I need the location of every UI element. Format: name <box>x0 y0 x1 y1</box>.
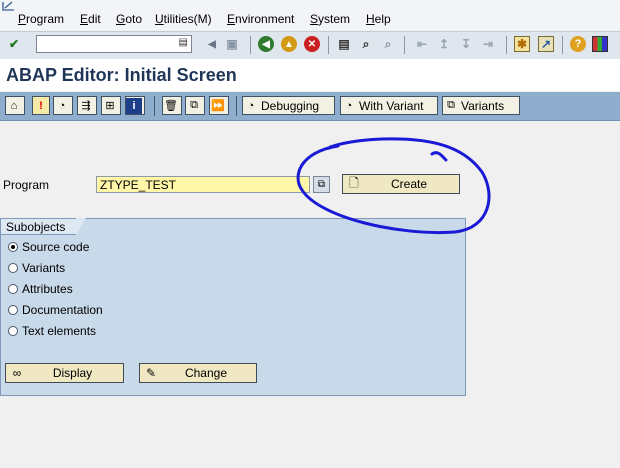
menu-environment[interactable]: Environment <box>227 12 294 26</box>
find-next-icon[interactable]: ⌕ <box>380 36 396 52</box>
radio-button[interactable] <box>8 263 18 273</box>
debugging-icon: ◔ <box>247 99 255 112</box>
toolbar-separator <box>250 36 251 54</box>
with-variant-icon: ◔ <box>345 99 353 112</box>
execute-button[interactable]: ⏩ <box>209 96 229 115</box>
display-button[interactable]: ∞ Display <box>5 363 124 383</box>
where-used-icon: ⇶ <box>81 100 91 112</box>
last-page-icon[interactable]: ⇥ <box>480 36 496 52</box>
new-document-icon: 🗋 <box>349 175 359 190</box>
create-session-icon[interactable]: ✱ <box>514 36 530 52</box>
radio-button[interactable] <box>8 284 18 294</box>
toolbar-separator <box>506 36 507 54</box>
menu-system[interactable]: System <box>310 12 350 26</box>
cancel-icon[interactable]: ✕ <box>304 36 320 52</box>
find-icon[interactable]: ⌕ <box>358 36 374 52</box>
object-list-icon: ⊞ <box>105 100 115 112</box>
command-history-icon[interactable]: ▤ <box>179 37 188 48</box>
radio-label: Attributes <box>22 282 73 296</box>
object-hierarchy-icon: ⌂ <box>10 99 18 112</box>
value-help-button[interactable]: ⧉ <box>313 176 330 193</box>
copy-icon: ⧉ <box>190 99 198 111</box>
system-toolbar: ✔ ▤ ◀ ▣ ◀ ▲ ✕ ▤ ⌕ ⌕ ⇤ ↥ ↧ ⇥ ✱ ↗ ? <box>0 31 620 60</box>
debugging-label: Debugging <box>261 98 320 113</box>
application-toolbar: ⌂ ! ◔ ⇶ ⊞ i 🗑 ⧉ ⏩ ◔ Debugging ◔ With Var… <box>0 92 620 121</box>
variants-button[interactable]: ⧉ Variants <box>442 96 520 115</box>
radio-label: Text elements <box>22 324 97 338</box>
object-list-button[interactable]: ⊞ <box>101 96 121 115</box>
display-label: Display <box>52 366 93 380</box>
delete-button[interactable]: 🗑 <box>162 96 182 115</box>
collapse-icon[interactable]: ◀ <box>204 36 220 52</box>
menu-edit[interactable]: Edit <box>80 12 101 26</box>
layout-icon[interactable] <box>592 36 608 52</box>
program-input[interactable] <box>96 176 310 193</box>
menu-help[interactable]: Help <box>366 12 391 26</box>
other-object-button[interactable]: ⌂ <box>5 96 25 115</box>
subobjects-tab: Subobjects <box>0 218 76 235</box>
enter-icon[interactable]: ✔ <box>6 36 22 52</box>
value-help-icon: ⧉ <box>317 179 326 190</box>
pencil-icon: ✎ <box>145 366 157 380</box>
subobjects-tab-corner <box>76 218 86 235</box>
print-icon[interactable]: ▤ <box>336 36 352 52</box>
menu-program[interactable]: Program <box>18 12 64 26</box>
variants-icon: ⧉ <box>447 99 455 111</box>
subobjects-title: Subobjects <box>6 220 66 234</box>
radio-label: Variants <box>22 261 66 275</box>
change-label: Change <box>184 366 228 380</box>
save-icon[interactable]: ▣ <box>224 36 240 52</box>
program-label: Program <box>3 178 50 192</box>
radio-attributes[interactable]: Attributes <box>8 281 73 297</box>
toolbar-separator <box>404 36 405 54</box>
title-area: ABAP Editor: Initial Screen <box>0 59 620 91</box>
command-field[interactable]: ▤ <box>36 35 192 53</box>
previous-page-icon[interactable]: ↥ <box>436 36 452 52</box>
help-icon[interactable]: ? <box>570 36 586 52</box>
toolbar-separator <box>236 96 237 116</box>
toolbar-separator <box>562 36 563 54</box>
radio-button[interactable] <box>8 326 18 336</box>
menu-utilities[interactable]: Utilities(M) <box>155 12 212 26</box>
change-button[interactable]: ✎ Change <box>139 363 257 383</box>
with-variant-label: With Variant <box>359 98 424 113</box>
delete-icon: 🗑 <box>164 100 178 112</box>
create-button[interactable]: 🗋 Create <box>342 174 460 194</box>
activate-icon: ◔ <box>58 99 66 112</box>
radio-documentation[interactable]: Documentation <box>8 302 103 318</box>
variants-label: Variants <box>461 98 505 113</box>
page-title: ABAP Editor: Initial Screen <box>6 65 237 85</box>
info-button[interactable]: i <box>125 96 145 115</box>
menu-bar: Program Edit Goto Utilities(M) Environme… <box>0 0 620 30</box>
radio-button[interactable] <box>8 305 18 315</box>
info-icon: i <box>126 97 142 114</box>
exit-icon[interactable]: ▲ <box>281 36 297 52</box>
toolbar-separator <box>154 96 155 116</box>
radio-variants[interactable]: Variants <box>8 260 65 276</box>
radio-button-selected[interactable] <box>8 242 18 252</box>
first-page-icon[interactable]: ⇤ <box>414 36 430 52</box>
menu-goto[interactable]: Goto <box>116 12 142 26</box>
where-used-button[interactable]: ⇶ <box>77 96 97 115</box>
check-button[interactable]: ! <box>32 96 50 115</box>
copy-button[interactable]: ⧉ <box>185 96 205 115</box>
execute-icon: ⏩ <box>211 100 225 112</box>
activate-button[interactable]: ◔ <box>53 96 73 115</box>
display-glasses-icon: ∞ <box>12 366 22 380</box>
radio-label: Documentation <box>22 303 103 317</box>
next-page-icon[interactable]: ↧ <box>458 36 474 52</box>
radio-label: Source code <box>22 240 90 254</box>
radio-text-elements[interactable]: Text elements <box>8 323 96 339</box>
create-label: Create <box>390 177 428 191</box>
debugging-button[interactable]: ◔ Debugging <box>242 96 335 115</box>
radio-source-code[interactable]: Source code <box>8 239 89 255</box>
window-menu-icon[interactable] <box>2 1 16 11</box>
back-icon[interactable]: ◀ <box>258 36 274 52</box>
shortcut-icon[interactable]: ↗ <box>538 36 554 52</box>
toolbar-separator <box>328 36 329 54</box>
with-variant-button[interactable]: ◔ With Variant <box>340 96 438 115</box>
check-icon: ! <box>39 99 43 112</box>
